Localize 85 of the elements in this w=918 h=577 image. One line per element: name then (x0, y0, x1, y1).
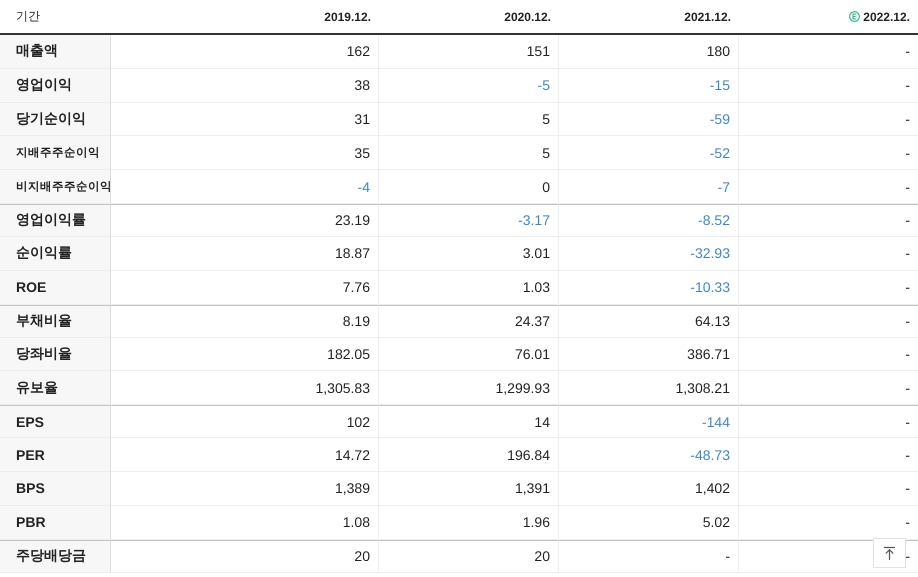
row-label: 영업이익 (0, 68, 111, 103)
row-label: 유보율 (0, 371, 111, 406)
row-label: 매출액 (0, 35, 111, 69)
table-cell: 1,389 (111, 472, 379, 506)
table-cell: 7.76 (111, 270, 379, 305)
table-cell: - (739, 270, 918, 305)
row-label: BPS (0, 472, 111, 506)
table-cell: 151 (379, 35, 559, 69)
table-cell: 1,391 (379, 472, 559, 506)
table-cell: 162 (111, 35, 379, 69)
table-cell: -5 (379, 68, 559, 103)
table-cell: 1.96 (379, 506, 559, 540)
table-cell: - (739, 304, 918, 338)
table-cell: 0 (379, 170, 559, 204)
row-label: 지배주주순이익 (0, 136, 111, 170)
table-cell: - (739, 236, 918, 271)
arrow-up-icon (883, 546, 896, 560)
table-cell: - (559, 540, 739, 573)
table-cell: 1,305.83 (111, 371, 379, 406)
table-cell: - (739, 338, 918, 372)
table-cell: 5.02 (559, 506, 739, 540)
table-cell: -15 (559, 68, 739, 103)
row-label: ROE (0, 270, 111, 305)
table-cell: - (739, 136, 918, 170)
table-cell: 20 (111, 540, 379, 573)
table-cell: 35 (111, 136, 379, 170)
table-cell: -10.33 (559, 270, 739, 305)
row-label: 당기순이익 (0, 102, 111, 136)
table-cell: 38 (111, 68, 379, 103)
table-cell: -8.52 (559, 204, 739, 237)
row-label: EPS (0, 405, 111, 438)
row-label: 부채비율 (0, 304, 111, 338)
scroll-top-button[interactable] (873, 538, 906, 568)
table-cell: - (739, 35, 918, 69)
table-cell: 180 (559, 35, 739, 69)
table-cell: 18.87 (111, 236, 379, 271)
table-cell: -32.93 (559, 236, 739, 271)
table-cell: -144 (559, 405, 739, 438)
table-cell: - (739, 68, 918, 103)
column-header: 2022.12. (739, 0, 918, 35)
table-cell: -7 (559, 170, 739, 204)
table-cell: 1,299.93 (379, 371, 559, 406)
table-cell: 14.72 (111, 438, 379, 472)
table-cell: 1.08 (111, 506, 379, 540)
table-cell: -52 (559, 136, 739, 170)
table-cell: - (739, 102, 918, 136)
table-cell: 3.01 (379, 236, 559, 271)
table-cell: -59 (559, 102, 739, 136)
table-cell: 23.19 (111, 204, 379, 237)
table-cell: 1,402 (559, 472, 739, 506)
row-label: 주당배당금 (0, 540, 111, 573)
table-cell: 182.05 (111, 338, 379, 372)
row-label: 영업이익률 (0, 204, 111, 237)
table-cell: -48.73 (559, 438, 739, 472)
table-cell: - (739, 405, 918, 438)
row-label: 순이익률 (0, 236, 111, 271)
table-cell: - (739, 170, 918, 204)
column-header: 2021.12. (559, 0, 739, 35)
table-cell: 5 (379, 102, 559, 136)
table-cell: 1,308.21 (559, 371, 739, 406)
table-cell: - (739, 472, 918, 506)
column-header: 2019.12. (111, 0, 379, 35)
row-label: PBR (0, 506, 111, 540)
table-cell: 386.71 (559, 338, 739, 372)
table-cell: 24.37 (379, 304, 559, 338)
table-cell: 196.84 (379, 438, 559, 472)
table-cell: 14 (379, 405, 559, 438)
table-cell: - (739, 371, 918, 406)
row-label: PER (0, 438, 111, 472)
table-cell: - (739, 204, 918, 237)
table-cell: -4 (111, 170, 379, 204)
column-header: 2020.12. (379, 0, 559, 35)
table-cell: 20 (379, 540, 559, 573)
table-cell: 8.19 (111, 304, 379, 338)
table-cell: -3.17 (379, 204, 559, 237)
row-label: 비지배주주순이익 (0, 170, 111, 204)
table-cell: 31 (111, 102, 379, 136)
table-cell: 1.03 (379, 270, 559, 305)
table-cell: 64.13 (559, 304, 739, 338)
table-cell: - (739, 438, 918, 472)
row-label: 당좌비율 (0, 338, 111, 372)
table-cell: 5 (379, 136, 559, 170)
estimate-icon (849, 10, 860, 22)
table-cell: 102 (111, 405, 379, 438)
table-cell: 76.01 (379, 338, 559, 372)
